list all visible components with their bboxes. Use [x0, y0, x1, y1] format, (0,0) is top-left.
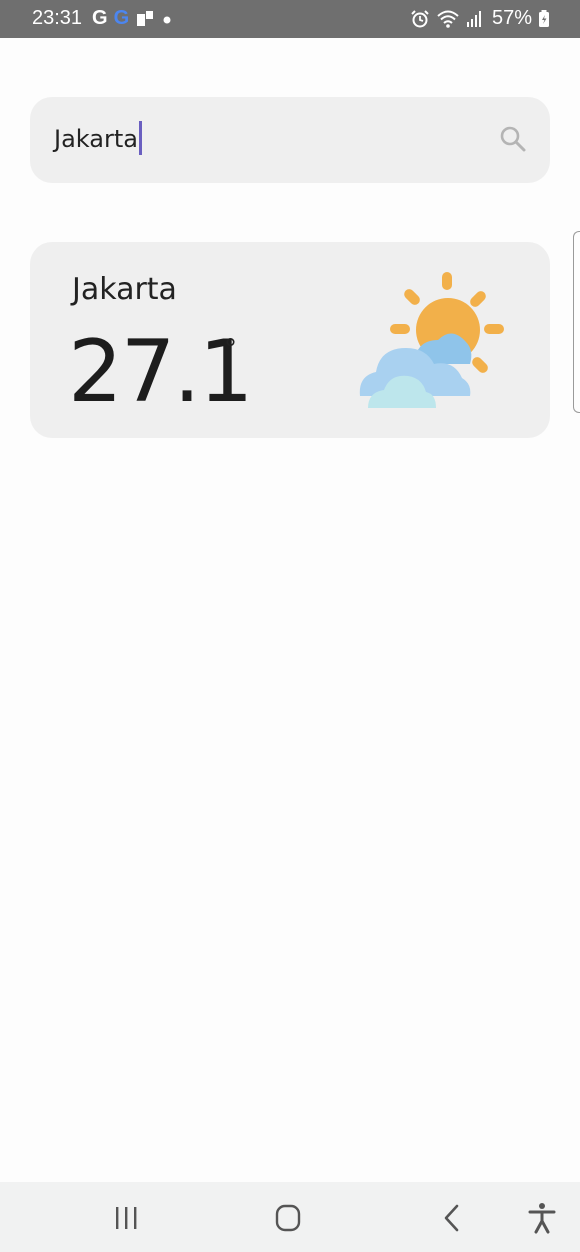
- accessibility-icon[interactable]: [524, 1202, 560, 1234]
- status-time: 23:31: [32, 7, 83, 29]
- search-box[interactable]: Jakarta: [30, 97, 550, 183]
- search-input-value: Jakarta: [54, 125, 138, 153]
- degree-symbol: °: [224, 334, 237, 364]
- city-name: Jakarta: [72, 272, 177, 307]
- weather-card[interactable]: Jakarta 27.1 °: [30, 242, 550, 438]
- search-icon[interactable]: [498, 124, 528, 154]
- search-input[interactable]: Jakarta: [54, 121, 474, 157]
- status-bar: 23:31 G G 57%: [0, 0, 580, 38]
- google-icon: G: [113, 7, 130, 29]
- navigation-bar: [0, 1182, 580, 1252]
- home-icon[interactable]: [270, 1202, 306, 1234]
- edge-panel-handle[interactable]: [573, 231, 580, 413]
- text-caret: [138, 121, 142, 155]
- notification-icon: [137, 10, 154, 26]
- g-icon: G: [92, 7, 108, 29]
- battery-icon: [539, 9, 549, 27]
- battery-percentage: 57%: [491, 7, 532, 29]
- status-left-icons: G G: [92, 7, 173, 30]
- recent-apps-icon[interactable]: [108, 1202, 144, 1234]
- status-right-icons: 57%: [410, 7, 550, 30]
- signal-icon: [466, 10, 481, 27]
- dot-icon: [163, 16, 171, 23]
- partly-cloudy-icon: [359, 272, 504, 408]
- wifi-icon: [437, 10, 459, 28]
- alarm-icon: [411, 9, 429, 27]
- back-icon[interactable]: [434, 1202, 470, 1234]
